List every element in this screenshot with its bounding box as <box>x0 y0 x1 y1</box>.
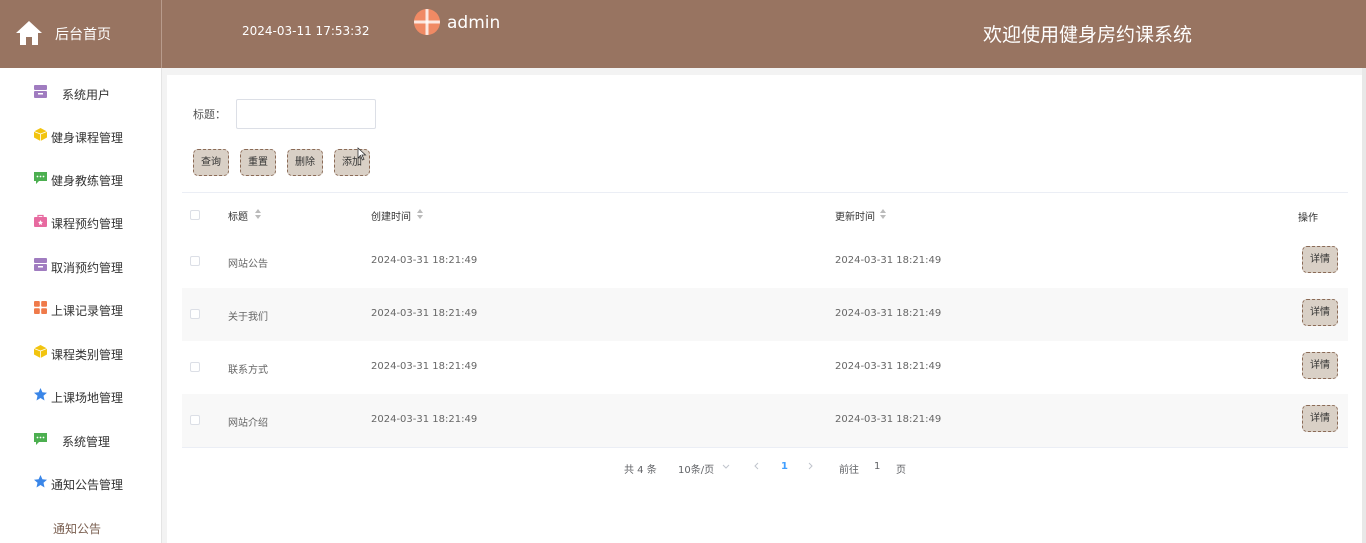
table-row: 关于我们 2024-03-31 18:21:49 2024-03-31 18:2… <box>182 288 1348 341</box>
chevron-right-icon[interactable] <box>808 462 814 470</box>
search-label: 标题： <box>193 108 226 121</box>
chevron-down-icon[interactable] <box>722 464 730 470</box>
column-header-updated[interactable]: 更新时间 <box>835 208 875 223</box>
sidebar-item-label: 系统用户 <box>62 88 111 102</box>
title-search-input[interactable] <box>236 99 376 129</box>
sort-icon[interactable] <box>254 209 262 219</box>
sidebar-item-label: 上课场地管理 <box>51 391 124 405</box>
row-checkbox[interactable] <box>190 415 200 425</box>
row-updated: 2024-03-31 18:21:49 <box>835 414 942 425</box>
detail-button[interactable]: 详情 <box>1302 246 1338 273</box>
sidebar-item-venue-management[interactable]: 上课场地管理 <box>0 380 161 410</box>
sidebar-item-coach-management[interactable]: 健身教练管理 <box>0 163 161 193</box>
column-header-title[interactable]: 标题 <box>228 208 248 223</box>
table-header: 标题 创建时间 更新时间 操作 <box>182 192 1348 235</box>
bag-icon <box>34 214 47 227</box>
detail-button[interactable]: 详情 <box>1302 405 1338 432</box>
sort-icon[interactable] <box>416 209 424 219</box>
row-updated: 2024-03-31 18:21:49 <box>835 255 942 266</box>
detail-button[interactable]: 详情 <box>1302 299 1338 326</box>
scrollbar[interactable] <box>1362 68 1366 543</box>
table-row: 网站介绍 2024-03-31 18:21:49 2024-03-31 18:2… <box>182 394 1348 447</box>
sort-icon[interactable] <box>879 209 887 219</box>
archive-icon <box>34 85 47 98</box>
chevron-left-icon[interactable] <box>753 462 759 470</box>
detail-button[interactable]: 详情 <box>1302 352 1338 379</box>
home-link[interactable]: 后台首页 <box>0 0 162 68</box>
row-title: 网站介绍 <box>228 418 268 429</box>
column-header-created[interactable]: 创建时间 <box>371 208 411 223</box>
sidebar-item-class-records[interactable]: 上课记录管理 <box>0 293 161 323</box>
cursor-icon <box>357 147 367 161</box>
chat-icon <box>34 433 47 445</box>
star-icon <box>34 388 47 401</box>
home-icon <box>16 21 42 45</box>
row-checkbox[interactable] <box>190 309 200 319</box>
row-updated: 2024-03-31 18:21:49 <box>835 361 942 372</box>
row-created: 2024-03-31 18:21:49 <box>371 414 478 425</box>
archive-icon <box>34 258 47 271</box>
chat-icon <box>34 172 47 184</box>
table-row: 联系方式 2024-03-31 18:21:49 2024-03-31 18:2… <box>182 341 1348 394</box>
table-row: 网站公告 2024-03-31 18:21:49 2024-03-31 18:2… <box>182 235 1348 288</box>
sidebar-item-label: 上课记录管理 <box>51 304 124 318</box>
page-number-current[interactable]: 1 <box>781 461 788 472</box>
top-header: 后台首页 2024-03-11 17:53:32 admin 欢迎使用健身房约课… <box>0 0 1366 68</box>
sidebar-item-booking-management[interactable]: 课程预约管理 <box>0 206 161 236</box>
current-datetime: 2024-03-11 17:53:32 <box>242 24 370 38</box>
row-created: 2024-03-31 18:21:49 <box>371 361 478 372</box>
cube-icon <box>34 345 47 358</box>
username[interactable]: admin <box>447 13 500 33</box>
row-created: 2024-03-31 18:21:49 <box>371 255 478 266</box>
sidebar-item-system-management[interactable]: 系统管理 <box>0 424 161 454</box>
sidebar-item-label: 健身教练管理 <box>51 174 124 188</box>
sidebar-subitem-notice[interactable]: 通知公告 <box>53 520 101 537</box>
page-size-select[interactable]: 10条/页 <box>678 461 714 476</box>
reset-button[interactable]: 重置 <box>240 149 276 176</box>
select-all-checkbox[interactable] <box>190 210 200 220</box>
sidebar-item-label: 取消预约管理 <box>51 261 124 275</box>
sidebar-item-label: 课程预约管理 <box>51 217 124 231</box>
sidebar-item-label: 健身课程管理 <box>51 131 124 145</box>
grid-icon <box>34 301 47 314</box>
delete-button[interactable]: 删除 <box>287 149 323 176</box>
system-title: 欢迎使用健身房约课系统 <box>983 24 1193 46</box>
row-title: 关于我们 <box>228 312 268 323</box>
goto-prefix: 前往 <box>839 465 859 476</box>
row-title: 联系方式 <box>228 365 268 376</box>
avatar[interactable] <box>414 9 440 35</box>
sidebar-item-course-management[interactable]: 健身课程管理 <box>0 120 161 150</box>
query-button[interactable]: 查询 <box>193 149 229 176</box>
sidebar-item-label: 系统管理 <box>62 435 111 449</box>
cube-icon <box>34 128 47 141</box>
sidebar-item-course-category[interactable]: 课程类别管理 <box>0 337 161 367</box>
pagination-total: 共 4 条 <box>624 465 657 476</box>
sidebar: 系统用户 健身课程管理 健身教练管理 课程预约管理 取消预约管理 上课记录管理 … <box>0 68 162 543</box>
row-updated: 2024-03-31 18:21:49 <box>835 308 942 319</box>
goto-page-input[interactable]: 1 <box>874 461 880 472</box>
star-icon <box>34 475 47 488</box>
sidebar-item-label: 通知公告管理 <box>51 478 124 492</box>
row-checkbox[interactable] <box>190 362 200 372</box>
row-created: 2024-03-31 18:21:49 <box>371 308 478 319</box>
main-content: 标题： 查询 重置 删除 添加 标题 创建时间 更新时间 操作 网站公告 202… <box>167 75 1366 543</box>
avatar-icon <box>414 9 440 35</box>
sidebar-item-cancel-booking[interactable]: 取消预约管理 <box>0 250 161 280</box>
sidebar-item-label: 课程类别管理 <box>51 348 124 362</box>
home-label: 后台首页 <box>55 27 111 43</box>
row-checkbox[interactable] <box>190 256 200 266</box>
table-bottom-border <box>182 447 1348 448</box>
goto-suffix: 页 <box>896 465 906 476</box>
sidebar-item-system-users[interactable]: 系统用户 <box>0 77 161 107</box>
row-title: 网站公告 <box>228 259 268 270</box>
sidebar-item-notice-management[interactable]: 通知公告管理 <box>0 467 161 497</box>
column-header-action: 操作 <box>1298 213 1318 224</box>
